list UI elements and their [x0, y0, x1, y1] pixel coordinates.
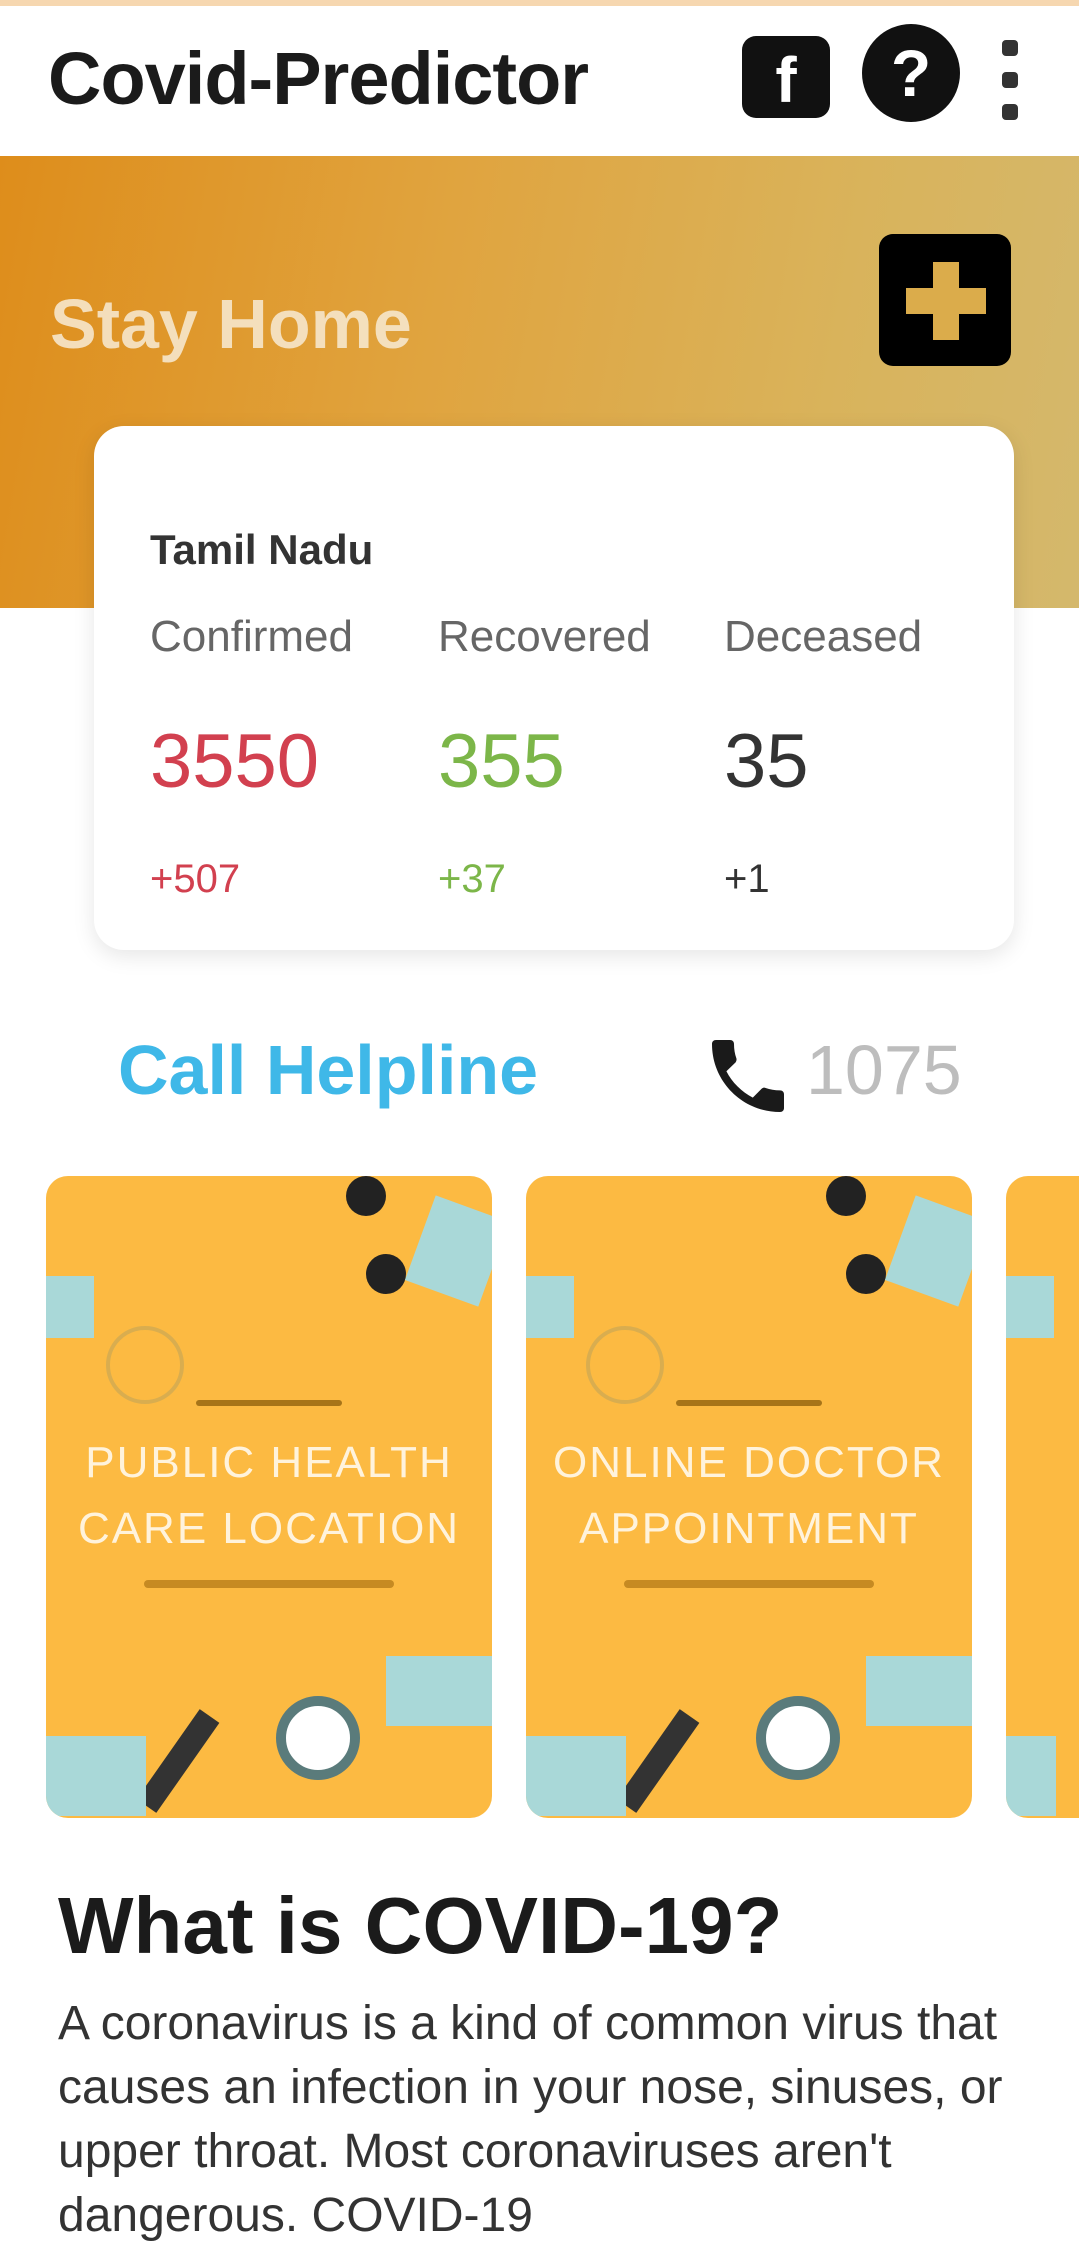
- deceased-stat: Deceased 35 +1: [724, 612, 1004, 902]
- mask-icon: [46, 1276, 94, 1338]
- region-name: Tamil Nadu: [150, 526, 374, 573]
- helpline-row: Call Helpline 1075: [0, 1010, 1079, 1120]
- virus-icon: [846, 1254, 886, 1294]
- deceased-delta: +1: [724, 857, 770, 901]
- virus-icon: [756, 1696, 840, 1780]
- mask-icon: [526, 1736, 626, 1816]
- call-helpline-link[interactable]: Call Helpline: [118, 1030, 538, 1110]
- mask-icon: [884, 1195, 972, 1307]
- mask-icon: [1006, 1736, 1056, 1816]
- recovered-value: 355: [438, 719, 565, 804]
- facebook-icon[interactable]: f: [742, 36, 830, 118]
- confirmed-label: Confirmed: [150, 612, 353, 661]
- banner-title: Stay Home: [50, 285, 412, 363]
- thermometer-icon: [586, 1326, 664, 1404]
- carousel-card-partial[interactable]: [1006, 1176, 1079, 1818]
- covid-info-section: What is COVID-19? A coronavirus is a kin…: [22, 1860, 1057, 2242]
- card-title-line1: PUBLIC HEALTH: [85, 1438, 453, 1487]
- confirmed-delta: +507: [150, 857, 241, 901]
- deceased-value: 35: [724, 719, 809, 804]
- card-title-line2: APPOINTMENT: [579, 1504, 919, 1553]
- phone-icon[interactable]: [700, 1028, 796, 1124]
- mask-icon: [46, 1736, 146, 1816]
- stats-card: Tamil Nadu Confirmed 3550 +507 Recovered…: [94, 426, 1014, 950]
- info-body: A coronavirus is a kind of common virus …: [58, 1997, 1003, 2242]
- syringe-icon: [136, 1709, 220, 1813]
- syringe-icon: [616, 1709, 700, 1813]
- app-title: Covid-Predictor: [48, 37, 589, 120]
- virus-icon: [366, 1254, 406, 1294]
- recovered-label: Recovered: [438, 612, 651, 661]
- help-icon[interactable]: ?: [862, 24, 960, 122]
- services-carousel[interactable]: PUBLIC HEALTH CARE LOCATION ONLINE DOCTO…: [0, 1176, 1079, 1826]
- medical-cross-icon[interactable]: [879, 234, 1011, 366]
- virus-icon: [346, 1176, 386, 1216]
- mask-icon: [526, 1276, 574, 1338]
- mask-icon: [386, 1656, 492, 1726]
- info-title: What is COVID-19?: [58, 1881, 783, 1970]
- deceased-label: Deceased: [724, 612, 923, 661]
- more-vert-icon[interactable]: [996, 38, 1024, 122]
- mask-icon: [1006, 1276, 1054, 1338]
- thermometer-icon: [106, 1326, 184, 1404]
- helpline-number: 1075: [806, 1031, 962, 1109]
- card-title-line1: ONLINE DOCTOR: [553, 1438, 945, 1487]
- virus-icon: [276, 1696, 360, 1780]
- recovered-stat: Recovered 355 +37: [438, 612, 718, 902]
- virus-icon: [826, 1176, 866, 1216]
- mask-icon: [404, 1195, 492, 1307]
- confirmed-value: 3550: [150, 719, 320, 804]
- mask-icon: [866, 1656, 972, 1726]
- online-doctor-card[interactable]: ONLINE DOCTOR APPOINTMENT: [526, 1176, 972, 1818]
- card-title-line2: CARE LOCATION: [77, 1504, 461, 1553]
- public-health-card[interactable]: PUBLIC HEALTH CARE LOCATION: [46, 1176, 492, 1818]
- app-bar: Covid-Predictor f ?: [0, 6, 1079, 156]
- recovered-delta: +37: [438, 857, 506, 901]
- confirmed-stat: Confirmed 3550 +507: [150, 612, 430, 902]
